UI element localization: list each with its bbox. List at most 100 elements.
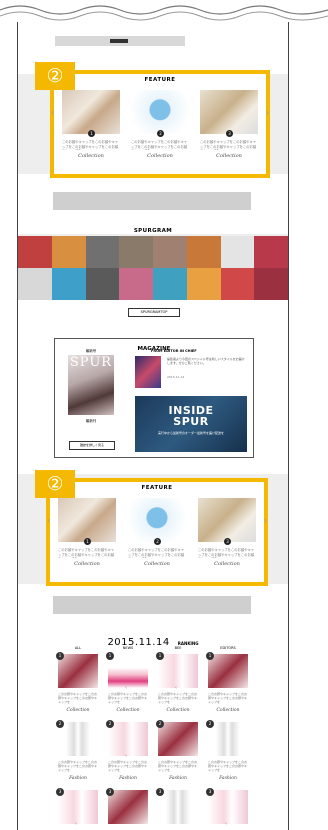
grid-photo[interactable] (85, 236, 120, 268)
feature-card[interactable]: 2 このお顔やキャップをこのお顔やキャップをこのお顔やキャップをこのお顔やキャッ… (128, 498, 186, 567)
card-signature: Collection (78, 153, 104, 159)
editor-photo[interactable] (135, 356, 161, 388)
card-signature: Collection (144, 561, 170, 567)
feature-card[interactable]: 1 このお顔やキャップをこのお顔やキャップをこのお顔やキャップをこのお顔やキャッ… (58, 498, 116, 567)
header-bar (55, 36, 185, 46)
cover-title: SPUR (69, 355, 113, 370)
ranking-item[interactable]: 2 ‹ このお顔やキャップをこのお顔やキャップをこのお顔やキャップを Fashion (106, 720, 148, 781)
card-marker: 2 (154, 538, 161, 545)
grid-photo[interactable] (51, 268, 86, 300)
grid-photo[interactable] (153, 236, 187, 268)
ranking-signature: Collection (166, 707, 190, 713)
ranking-item[interactable]: 1 このお顔やキャップをこのお顔やキャップをこのお顔やキャップを Collectio… (56, 652, 98, 713)
ranking-text: このお顔やキャップをこのお顔やキャップをこのお顔やキャップを (108, 760, 148, 773)
ranking-photo: 1 (206, 652, 248, 688)
ranking-item[interactable]: 2 このお顔やキャップをこのお顔やキャップをこのお顔やキャップを Fashion (156, 720, 198, 781)
grid-photo[interactable] (119, 236, 153, 268)
card-signature: Collection (74, 561, 100, 567)
grid-photo[interactable] (254, 236, 288, 268)
feature-card[interactable]: 2 このお顔やキャップをこのお顔やキャップをこのお顔やキャップをこのお顔やキャッ… (131, 90, 189, 159)
next-arrow[interactable]: › (264, 516, 267, 525)
grid-photo[interactable] (254, 268, 288, 300)
ranking-photo: 1 (56, 652, 98, 688)
ranking-item[interactable]: 3 (156, 788, 198, 824)
ranking-item[interactable]: 1 このお顔やキャップをこのお顔やキャップをこのお顔やキャップを Collectio… (206, 652, 248, 713)
feature-card[interactable]: 3 このお顔やキャップをこのお顔やキャップをこのお顔やキャップをこのお顔やキャッ… (200, 90, 258, 159)
ranking-item[interactable]: 2 このお顔やキャップをこのお顔やキャップをこのお顔やキャップを Fashion (206, 720, 248, 781)
feature-section-1: FEATURE ‹ › 1 このお顔やキャップをこのお顔やキャップをこのお顔やキ… (50, 70, 270, 178)
card-image (62, 90, 120, 134)
ranking-text: このお顔やキャップをこのお顔やキャップをこのお顔やキャップを (108, 692, 148, 705)
card-marker: 1 (84, 538, 91, 545)
ranking-photo: 2 (206, 720, 248, 756)
grid-photo[interactable] (220, 268, 255, 300)
ranking-signature: Fashion (169, 775, 187, 781)
prev-arrow[interactable]: ‹ (51, 108, 54, 117)
card-text: このお顔やキャップをこのお顔やキャップをこのお顔やキャップをこのお顔やキャップを (128, 548, 185, 558)
grid-photo[interactable] (51, 236, 86, 268)
ranking-item[interactable]: 3 ‹ (206, 788, 248, 827)
feature-card[interactable]: 3 このお顔やキャップをこのお顔やキャップをこのお顔やキャップをこのお顔やキャッ… (198, 498, 256, 567)
ranking-photo: 3 (106, 788, 148, 824)
ranking-photo: 2 (56, 720, 98, 756)
spurgram-grid (18, 236, 288, 300)
grid-photo[interactable] (18, 236, 52, 268)
feature-title: FEATURE (144, 77, 176, 83)
editor-label: FROM EDITOR IN CHIEF (151, 349, 197, 353)
ranking-signature: Fashion (119, 775, 137, 781)
ranking-item[interactable]: 1 ‹ このお顔やキャップをこのお顔やキャップをこのお顔やキャップを Collecti… (156, 652, 198, 713)
editor-text: 編集長より今回のスペシャル号は新しいスタイルをお届けします。ぜひご覧ください。 (167, 357, 245, 365)
ranking-tab-all[interactable]: ALL (58, 646, 98, 650)
spur-word: SPUR (173, 415, 209, 428)
ranking-text: このお顔やキャップをこのお顔やキャップをこのお顔やキャップを (208, 760, 248, 773)
ranking-item[interactable]: 2 このお顔やキャップをこのお顔やキャップをこのお顔やキャップを Fashion (56, 720, 98, 781)
feature-card[interactable]: 1 このお顔やキャップをこのお顔やキャップをこのお顔やキャップをこのお顔やキャッ… (62, 90, 120, 159)
grid-photo[interactable] (18, 268, 52, 300)
page-wireframe: FEATURE ‹ › 1 このお顔やキャップをこのお顔やキャップをこのお顔やキ… (17, 22, 289, 830)
grid-photo[interactable] (186, 268, 221, 300)
card-text: このお顔やキャップをこのお顔やキャップをこのお顔やキャップをこのお顔やキャップを (62, 140, 119, 150)
card-image (131, 90, 189, 134)
prev-arrow[interactable]: ‹ (47, 516, 50, 525)
ranking-photo: 3 (156, 788, 198, 824)
ranking-photo: 1 ‹ (106, 652, 148, 691)
ranking-tab-editors[interactable]: EDITORS (208, 646, 248, 650)
ranking-tab-bee[interactable]: BEE (158, 646, 198, 650)
ranking-photo: 2 ‹ (106, 720, 148, 759)
inside-subtext: 実行中から最新号のオーダー最新号を届け配送を (157, 431, 224, 435)
grid-photo[interactable] (220, 236, 255, 268)
ranking-item[interactable]: 3 ‹ (56, 788, 98, 827)
ranking-text: このお顔やキャップをこのお顔やキャップをこのお顔やキャップを (158, 692, 198, 705)
magazine-detail-button[interactable]: 雑誌を詳しく見る (69, 441, 115, 450)
card-marker: 3 (226, 130, 233, 137)
ad-placeholder (53, 192, 251, 210)
grid-photo[interactable] (153, 268, 187, 300)
card-signature: Collection (214, 561, 240, 567)
ranking-photo: 2 (156, 720, 198, 756)
ranking-signature: Collection (116, 707, 140, 713)
ranking-text: このお顔やキャップをこのお顔やキャップをこのお顔やキャップを (208, 692, 248, 705)
card-image (200, 90, 258, 134)
ranking-signature: Fashion (69, 775, 87, 781)
spurgram-top-button[interactable]: SPURGRAMTOP (128, 308, 180, 317)
ranking-item[interactable]: 3 (106, 788, 148, 824)
editor-date: 2015.11.14 (167, 375, 185, 379)
next-arrow[interactable]: › (266, 108, 269, 117)
cover-sublabel: 最新刊 (85, 419, 97, 423)
card-image (198, 498, 256, 542)
grid-photo[interactable] (85, 268, 120, 300)
ranking-item[interactable]: 1 ‹ このお顔やキャップをこのお顔やキャップをこのお顔やキャップを Collecti… (106, 652, 148, 713)
card-marker: 3 (224, 538, 231, 545)
feature-title: FEATURE (141, 485, 173, 491)
card-text: このお顔やキャップをこのお顔やキャップをこのお顔やキャップをこのお顔やキャップを (131, 140, 188, 150)
inside-spur-banner[interactable]: INSIDE SPUR 実行中から最新号のオーダー最新号を届け配送を (135, 396, 247, 452)
ranking-text: このお顔やキャップをこのお顔やキャップをこのお顔やキャップを (158, 760, 198, 773)
magazine-cover[interactable]: SPUR (68, 355, 114, 415)
feature-section-2: FEATURE ‹ › 1 このお顔やキャップをこのお顔やキャップをこのお顔やキ… (46, 478, 268, 586)
grid-photo[interactable] (186, 236, 221, 268)
card-marker: 2 (157, 130, 164, 137)
ranking-text: このお顔やキャップをこのお顔やキャップをこのお顔やキャップを (58, 760, 98, 773)
ranking-tab-news[interactable]: NEWS (108, 646, 148, 650)
card-image (58, 498, 116, 542)
grid-photo[interactable] (119, 268, 153, 300)
